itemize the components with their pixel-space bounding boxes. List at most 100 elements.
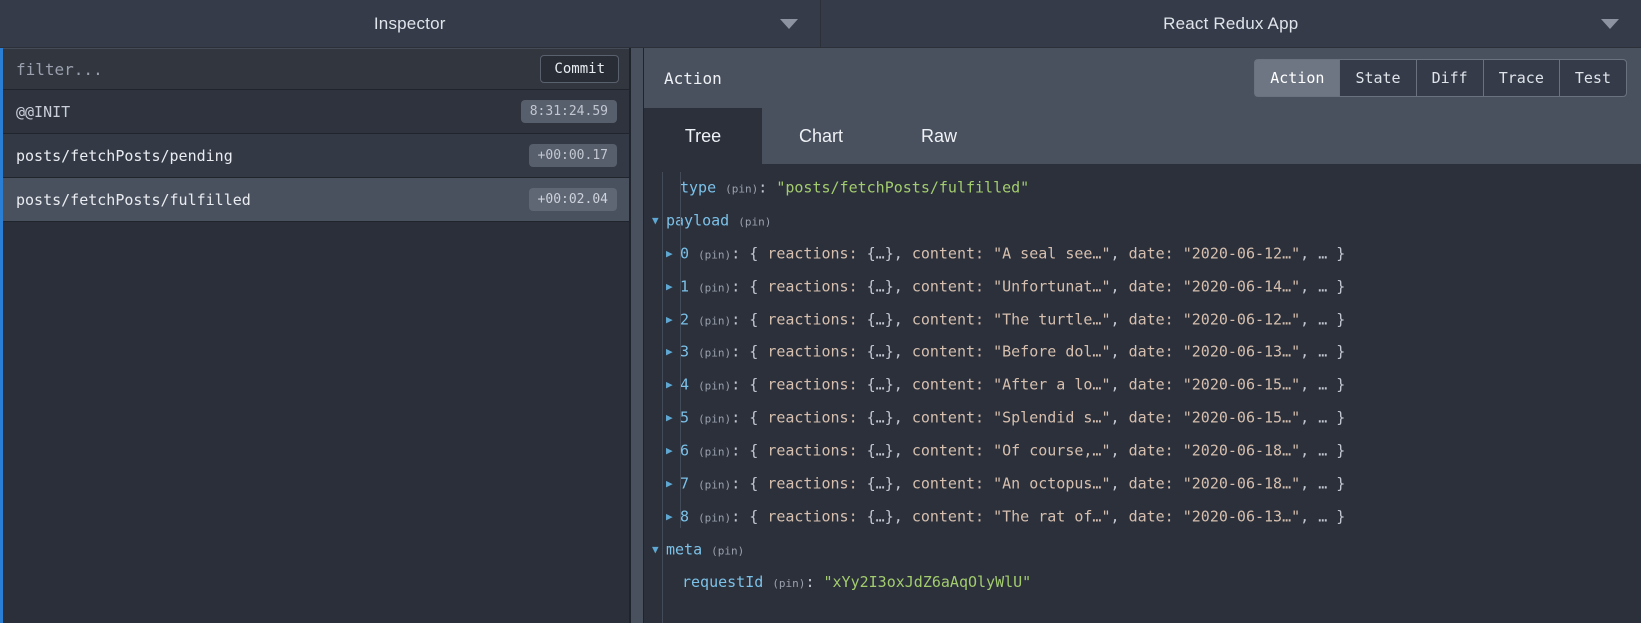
section-title: Action (664, 69, 1254, 88)
chevron-down-icon[interactable]: ▼ (652, 205, 666, 237)
tree-index: 2 (680, 310, 689, 328)
tree-prop-date: date: (1129, 376, 1174, 394)
pin-label[interactable]: (pin) (738, 215, 771, 228)
chevron-right-icon[interactable]: ▶ (666, 271, 680, 303)
tree-prop-content: content: (912, 507, 984, 525)
action-label: @@INIT (16, 103, 70, 121)
tree-row-payload-item[interactable]: ▶1 (pin): { reactions: {…}, content: "Un… (644, 271, 1641, 304)
tree-prop-content: content: (912, 244, 984, 262)
tree-row-payload-item[interactable]: ▶6 (pin): { reactions: {…}, content: "Of… (644, 435, 1641, 468)
chevron-down-icon-left[interactable] (780, 19, 798, 29)
tree-prop-reactions: reactions: (767, 343, 857, 361)
tree-row-payload-item[interactable]: ▶5 (pin): { reactions: {…}, content: "Sp… (644, 402, 1641, 435)
tree-row-payload-item[interactable]: ▶3 (pin): { reactions: {…}, content: "Be… (644, 336, 1641, 369)
pin-label[interactable]: (pin) (698, 478, 731, 491)
action-row-init[interactable]: @@INIT 8:31:24.59 (3, 90, 629, 134)
chevron-right-icon[interactable]: ▶ (666, 501, 680, 533)
tree-prop-content: content: (912, 474, 984, 492)
tree-row-request-id: requestId (pin): "xYy2I3oxJdZ6aAqOlyWlU" (644, 567, 1641, 600)
tree-prop-date: date: (1129, 244, 1174, 262)
tab-test[interactable]: Test (1559, 59, 1627, 97)
tree-prop-date: date: (1129, 310, 1174, 328)
panel-divider-scrollbar[interactable] (630, 48, 644, 623)
tab-diff[interactable]: Diff (1416, 59, 1483, 97)
tree-value-content: "Before dol…" (984, 343, 1110, 361)
pin-label[interactable]: (pin) (698, 380, 731, 393)
action-label: posts/fetchPosts/fulfilled (16, 191, 251, 209)
action-timestamp: +00:00.17 (529, 144, 617, 167)
chevron-down-icon[interactable]: ▼ (652, 534, 666, 566)
pin-label[interactable]: (pin) (698, 445, 731, 458)
tree-prop-content: content: (912, 343, 984, 361)
search-input[interactable] (16, 60, 540, 79)
tab-raw[interactable]: Raw (880, 108, 998, 164)
instance-header: React Redux App (821, 0, 1641, 47)
tab-trace[interactable]: Trace (1483, 59, 1559, 97)
chevron-right-icon[interactable]: ▶ (666, 435, 680, 467)
pin-label[interactable]: (pin) (698, 281, 731, 294)
tree-row-payload-item[interactable]: ▶4 (pin): { reactions: {…}, content: "Af… (644, 369, 1641, 402)
tree-prop-date: date: (1129, 474, 1174, 492)
tree-prop-content: content: (912, 310, 984, 328)
tree-prop-reactions: reactions: (767, 474, 857, 492)
tree-prop-date: date: (1129, 277, 1174, 295)
tree-value-content: "Of course,…" (984, 441, 1110, 459)
tree-value-date: "2020-06-12…" (1174, 244, 1300, 262)
tree-index: 1 (680, 277, 689, 295)
spacer-icon: ▶ (666, 172, 680, 204)
tree-prop-reactions: reactions: (767, 507, 857, 525)
action-timestamp: 8:31:24.59 (521, 100, 617, 123)
tree-prop-date: date: (1129, 343, 1174, 361)
tree-value-content: "The rat of…" (984, 507, 1110, 525)
tab-state[interactable]: State (1339, 59, 1415, 97)
pin-label[interactable]: (pin) (711, 544, 744, 557)
pin-label[interactable]: (pin) (698, 347, 731, 360)
chevron-right-icon[interactable]: ▶ (666, 402, 680, 434)
tree-row-payload-item[interactable]: ▶8 (pin): { reactions: {…}, content: "Th… (644, 501, 1641, 534)
tab-tree[interactable]: Tree (644, 108, 762, 164)
tree-row-meta[interactable]: ▼meta (pin) (644, 534, 1641, 567)
tree-key: payload (666, 211, 729, 229)
commit-button[interactable]: Commit (540, 55, 619, 83)
pin-label[interactable]: (pin) (772, 577, 805, 590)
pin-label[interactable]: (pin) (725, 182, 758, 195)
view-tab-group: Tree Chart Raw (644, 108, 1641, 164)
tree-prop-reactions: reactions: (767, 441, 857, 459)
action-row-pending[interactable]: posts/fetchPosts/pending +00:00.17 (3, 134, 629, 178)
tree-value-content: "Splendid s…" (984, 409, 1110, 427)
tab-chart[interactable]: Chart (762, 108, 880, 164)
pin-label[interactable]: (pin) (698, 314, 731, 327)
json-tree: ▶type (pin): "posts/fetchPosts/fulfilled… (644, 164, 1641, 623)
tree-value-content: "After a lo…" (984, 376, 1110, 394)
tree-row-payload-item[interactable]: ▶0 (pin): { reactions: {…}, content: "A … (644, 238, 1641, 271)
instance-title: React Redux App (1163, 14, 1298, 34)
tree-key: meta (666, 540, 702, 558)
chevron-right-icon[interactable]: ▶ (666, 369, 680, 401)
action-label: posts/fetchPosts/pending (16, 147, 233, 165)
action-row-fulfilled[interactable]: posts/fetchPosts/fulfilled +00:02.04 (3, 178, 629, 222)
tree-index: 5 (680, 409, 689, 427)
tree-prop-content: content: (912, 376, 984, 394)
tree-prop-reactions: reactions: (767, 376, 857, 394)
tree-index: 0 (680, 244, 689, 262)
tree-prop-date: date: (1129, 441, 1174, 459)
chevron-down-icon-right[interactable] (1601, 19, 1619, 29)
tree-row-type: ▶type (pin): "posts/fetchPosts/fulfilled… (644, 172, 1641, 205)
tree-prop-reactions: reactions: (767, 277, 857, 295)
chevron-right-icon[interactable]: ▶ (666, 336, 680, 368)
monitor-tab-group: Action State Diff Trace Test (1254, 59, 1627, 97)
pin-label[interactable]: (pin) (698, 511, 731, 524)
tree-row-payload-item[interactable]: ▶2 (pin): { reactions: {…}, content: "Th… (644, 304, 1641, 337)
tree-row-payload[interactable]: ▼payload (pin) (644, 205, 1641, 238)
chevron-right-icon[interactable]: ▶ (666, 304, 680, 336)
pin-label[interactable]: (pin) (698, 248, 731, 261)
pin-label[interactable]: (pin) (698, 413, 731, 426)
tree-row-payload-item[interactable]: ▶7 (pin): { reactions: {…}, content: "An… (644, 468, 1641, 501)
chevron-right-icon[interactable]: ▶ (666, 468, 680, 500)
tree-index: 4 (680, 376, 689, 394)
tree-value-date: "2020-06-12…" (1174, 310, 1300, 328)
chevron-right-icon[interactable]: ▶ (666, 238, 680, 270)
tree-prop-reactions: reactions: (767, 310, 857, 328)
tab-action[interactable]: Action (1254, 59, 1339, 97)
tree-prop-date: date: (1129, 409, 1174, 427)
